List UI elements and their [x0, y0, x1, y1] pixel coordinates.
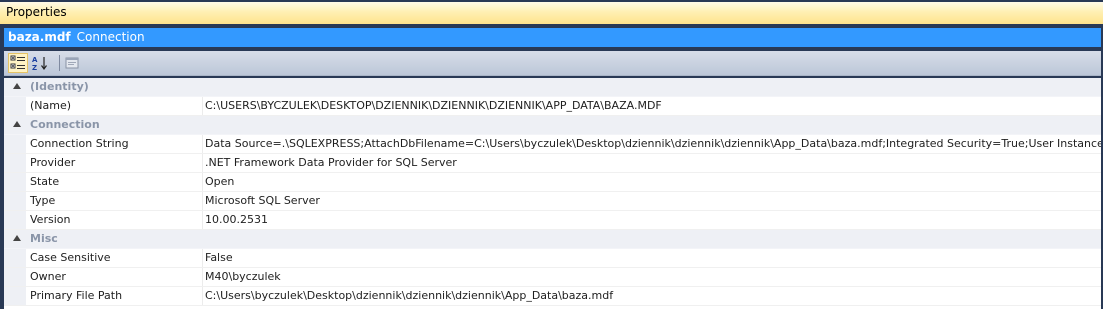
property-name[interactable]: (Name): [26, 97, 203, 115]
svg-text:Z: Z: [32, 64, 37, 71]
categorized-button[interactable]: [8, 53, 28, 73]
properties-panel: Properties baza.mdf Connection A Z (Iden…: [0, 0, 1103, 309]
property-name[interactable]: Case Sensitive: [26, 249, 203, 267]
window-title: Properties: [0, 2, 1103, 24]
row-gutter: [4, 249, 26, 267]
row-gutter: [4, 211, 26, 229]
property-name[interactable]: Primary File Path: [26, 287, 203, 305]
row-gutter: [4, 135, 26, 153]
property-name[interactable]: State: [26, 173, 203, 191]
collapse-triangle-icon[interactable]: [13, 121, 21, 127]
property-value[interactable]: 10.00.2531: [203, 211, 1101, 229]
property-name[interactable]: Owner: [26, 268, 203, 286]
svg-text:A: A: [32, 56, 38, 64]
category-label: (Identity): [30, 80, 89, 93]
property-value[interactable]: Data Source=.\SQLEXPRESS;AttachDbFilenam…: [203, 135, 1101, 153]
property-value[interactable]: False: [203, 249, 1101, 267]
property-pages-icon: [65, 57, 79, 69]
row-gutter: [4, 268, 26, 286]
property-value[interactable]: M40\byczulek: [203, 268, 1101, 286]
row-gutter: [4, 97, 26, 115]
alphabetical-sort-icon: A Z: [32, 56, 47, 71]
property-row[interactable]: Type Microsoft SQL Server: [4, 192, 1101, 211]
toolbar-separator: [59, 55, 60, 71]
object-type: Connection: [76, 30, 145, 44]
row-gutter: [4, 154, 26, 172]
property-row[interactable]: Version 10.00.2531: [4, 211, 1101, 230]
row-gutter: [4, 192, 26, 210]
property-value[interactable]: Microsoft SQL Server: [203, 192, 1101, 210]
object-name: baza.mdf: [8, 30, 71, 44]
property-value[interactable]: .NET Framework Data Provider for SQL Ser…: [203, 154, 1101, 172]
row-gutter: [4, 173, 26, 191]
object-selector[interactable]: baza.mdf Connection: [4, 28, 1101, 47]
alphabetical-button[interactable]: A Z: [30, 53, 50, 73]
property-grid: (Identity) (Name) C:\USERS\BYCZULEK\DESKTO…: [4, 78, 1101, 309]
property-value[interactable]: Open: [203, 173, 1101, 191]
category-header[interactable]: Connection: [4, 116, 1101, 135]
property-value[interactable]: C:\Users\byczulek\Desktop\dziennik\dzien…: [203, 287, 1101, 305]
category-header[interactable]: (Identity): [4, 78, 1101, 97]
collapse-triangle-icon[interactable]: [13, 235, 21, 241]
property-name[interactable]: Provider: [26, 154, 203, 172]
collapse-triangle-icon[interactable]: [13, 83, 21, 89]
property-row[interactable]: Primary File Path C:\Users\byczulek\Deskt…: [4, 287, 1101, 306]
category-header[interactable]: Misc: [4, 230, 1101, 249]
properties-toolbar: A Z: [4, 51, 1101, 76]
property-row[interactable]: Case Sensitive False: [4, 249, 1101, 268]
property-row[interactable]: Provider .NET Framework Data Provider for…: [4, 154, 1101, 173]
property-row[interactable]: (Name) C:\USERS\BYCZULEK\DESKTOP\DZIENNIK…: [4, 97, 1101, 116]
category-label: Connection: [30, 118, 100, 131]
property-value[interactable]: C:\USERS\BYCZULEK\DESKTOP\DZIENNIK\DZIEN…: [203, 97, 1101, 115]
property-pages-button[interactable]: [62, 53, 82, 73]
category-label: Misc: [30, 232, 58, 245]
property-row[interactable]: Connection String Data Source=.\SQLEXPRES…: [4, 135, 1101, 154]
row-gutter: [4, 287, 26, 305]
property-row[interactable]: State Open: [4, 173, 1101, 192]
property-name[interactable]: Connection String: [26, 135, 203, 153]
property-name[interactable]: Version: [26, 211, 203, 229]
property-row[interactable]: Owner M40\byczulek: [4, 268, 1101, 287]
property-name[interactable]: Type: [26, 192, 203, 210]
categorized-icon: [10, 55, 25, 69]
